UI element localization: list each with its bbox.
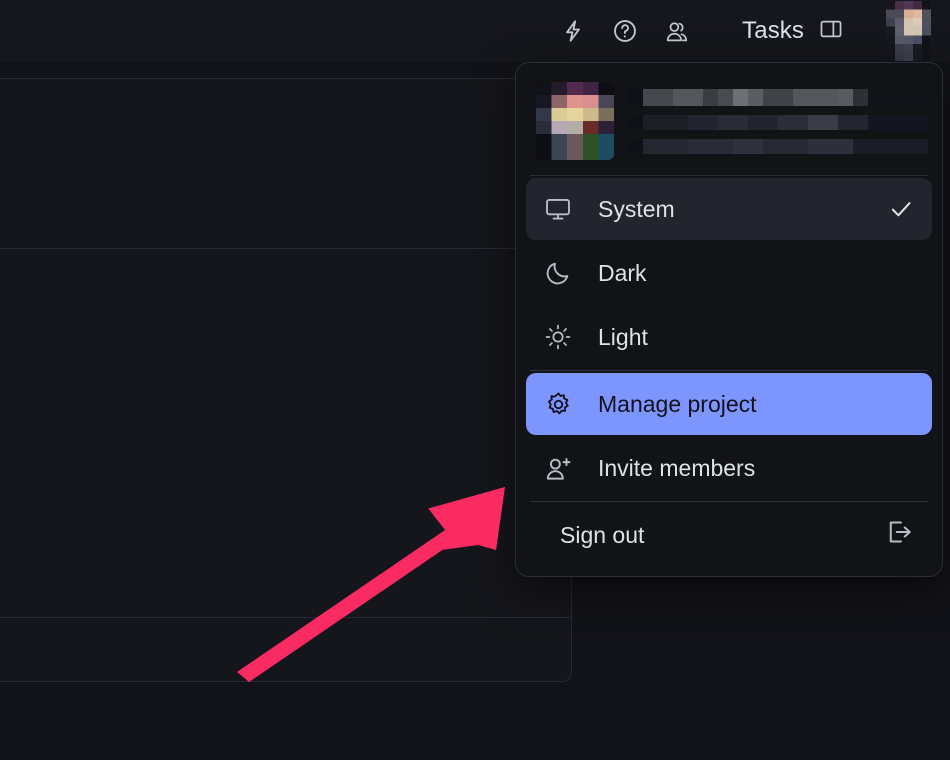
- menu-item-label: Manage project: [598, 390, 757, 417]
- moon-icon: [544, 259, 578, 287]
- tasks-group[interactable]: Tasks: [742, 16, 844, 47]
- profile-meta-redacted: [628, 138, 928, 154]
- menu-item-manage-project[interactable]: Manage project: [526, 373, 932, 435]
- profile-email-redacted: [628, 114, 928, 130]
- menu-profile-header: [516, 71, 942, 175]
- gear-icon: [544, 390, 578, 419]
- background-panel-divider: [0, 617, 572, 618]
- user-plus-icon: [544, 454, 578, 483]
- background-panel-divider: [0, 248, 572, 249]
- background-content-panel: [0, 78, 572, 682]
- lightning-bolt-icon[interactable]: [560, 18, 586, 44]
- header-icon-group: Tasks: [560, 1, 940, 61]
- app-header: Tasks: [0, 0, 950, 62]
- menu-item-dark[interactable]: Dark: [526, 242, 932, 304]
- menu-item-label: Invite members: [598, 454, 756, 481]
- menu-item-system[interactable]: System: [526, 178, 932, 240]
- menu-divider: [530, 501, 928, 502]
- check-icon: [884, 196, 914, 222]
- menu-item-label: Sign out: [560, 521, 645, 548]
- menu-divider: [530, 175, 928, 176]
- menu-divider: [530, 370, 928, 371]
- profile-name-redacted: [628, 88, 928, 106]
- account-dropdown-menu[interactable]: System Dark Light Manage project Invite …: [515, 62, 943, 577]
- monitor-icon: [544, 195, 578, 223]
- sign-out-icon: [884, 517, 914, 553]
- profile-avatar-blurred: [536, 82, 614, 160]
- profile-details-redacted: [628, 88, 928, 154]
- screen: Tasks System Dark Light Manage project I…: [0, 0, 950, 760]
- users-icon[interactable]: [664, 18, 690, 44]
- menu-item-invite-members[interactable]: Invite members: [526, 437, 932, 499]
- menu-item-label: System: [598, 195, 675, 222]
- menu-item-label: Dark: [598, 259, 647, 286]
- menu-item-light[interactable]: Light: [526, 306, 932, 368]
- tasks-label: Tasks: [742, 17, 804, 44]
- help-circle-icon[interactable]: [612, 18, 638, 44]
- sun-icon: [544, 323, 578, 351]
- user-avatar[interactable]: [870, 1, 940, 61]
- menu-item-label: Light: [598, 323, 648, 350]
- panel-toggle-icon[interactable]: [818, 16, 844, 47]
- menu-item-sign-out[interactable]: Sign out: [526, 504, 932, 566]
